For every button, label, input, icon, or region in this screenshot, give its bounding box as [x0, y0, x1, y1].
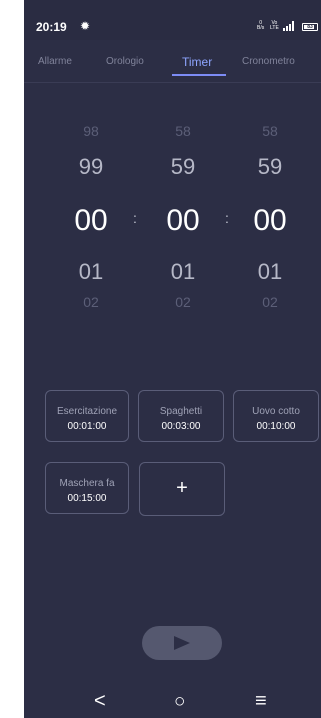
- preset-name: Esercitazione: [56, 406, 118, 417]
- home-nav-icon[interactable]: ○: [174, 691, 185, 713]
- preset-esercitazione[interactable]: Esercitazione 00:01:00: [45, 390, 129, 442]
- preset-time: 00:15:00: [67, 493, 107, 504]
- preset-spaghetti[interactable]: Spaghetti 00:03:00: [138, 390, 224, 442]
- recents-nav-icon[interactable]: ≡: [255, 690, 267, 713]
- preset-time: 00:01:00: [67, 421, 107, 432]
- volte-indicator: Vo LTE: [270, 21, 279, 31]
- preset-uovo-cotto[interactable]: Uovo cotto 00:10:00: [233, 390, 319, 442]
- settings-gear-icon: ✹: [80, 19, 91, 33]
- preset-maschera[interactable]: Maschera fa 00:15:00: [45, 462, 129, 514]
- seconds-selected: 00: [253, 204, 287, 237]
- minutes-below-1: 01: [170, 259, 196, 284]
- minutes-below-2: 02: [175, 294, 191, 310]
- preset-name: Maschera fa: [59, 478, 115, 489]
- minutes-above-1: 59: [170, 154, 196, 179]
- preset-time: 00:10:00: [256, 421, 296, 432]
- add-preset-button[interactable]: +: [139, 462, 225, 516]
- battery-icon: 83: [302, 23, 318, 31]
- seconds-below-2: 02: [262, 294, 278, 310]
- status-time: 20:19: [36, 20, 67, 34]
- preset-time: 00:03:00: [161, 421, 201, 432]
- hours-below-2: 02: [83, 294, 99, 310]
- status-bar: 20:19 ✹ 0 B/s Vo LTE 83: [24, 0, 321, 40]
- play-icon: [174, 636, 190, 650]
- seconds-below-1: 01: [257, 259, 283, 284]
- signal-icon: [283, 21, 294, 31]
- preset-name: Spaghetti: [159, 406, 203, 417]
- tab-bar: Allarme Orologio Timer Cronometro: [24, 52, 321, 82]
- hours-above-2: 98: [83, 123, 99, 139]
- hours-above-1: 99: [78, 154, 104, 179]
- tab-timer[interactable]: Timer: [182, 55, 212, 69]
- plus-icon: +: [176, 477, 188, 499]
- tab-cronometro[interactable]: Cronometro: [242, 56, 295, 67]
- active-tab-indicator: [172, 74, 226, 76]
- tab-allarme[interactable]: Allarme: [38, 56, 72, 67]
- seconds-above-2: 58: [262, 123, 278, 139]
- preset-name: Uovo cotto: [252, 406, 300, 417]
- seconds-above-1: 59: [257, 154, 283, 179]
- hours-below-1: 01: [78, 259, 104, 284]
- timer-screen: 20:19 ✹ 0 B/s Vo LTE 83 Allarme Orologio…: [24, 0, 321, 718]
- battery-percent: 83: [307, 24, 313, 30]
- back-nav-icon[interactable]: <: [94, 690, 106, 713]
- tab-orologio[interactable]: Orologio: [106, 56, 144, 67]
- start-timer-button[interactable]: [142, 626, 222, 660]
- network-speed: 0 B/s: [257, 21, 264, 31]
- tab-divider: [24, 82, 321, 83]
- hours-selected: 00: [74, 204, 108, 237]
- volte-bottom: LTE: [270, 25, 279, 31]
- minutes-above-2: 58: [175, 123, 191, 139]
- separator-colon: :: [133, 210, 137, 226]
- minutes-selected: 00: [166, 204, 200, 237]
- separator-colon: :: [225, 210, 229, 226]
- network-speed-unit: B/s: [257, 25, 265, 31]
